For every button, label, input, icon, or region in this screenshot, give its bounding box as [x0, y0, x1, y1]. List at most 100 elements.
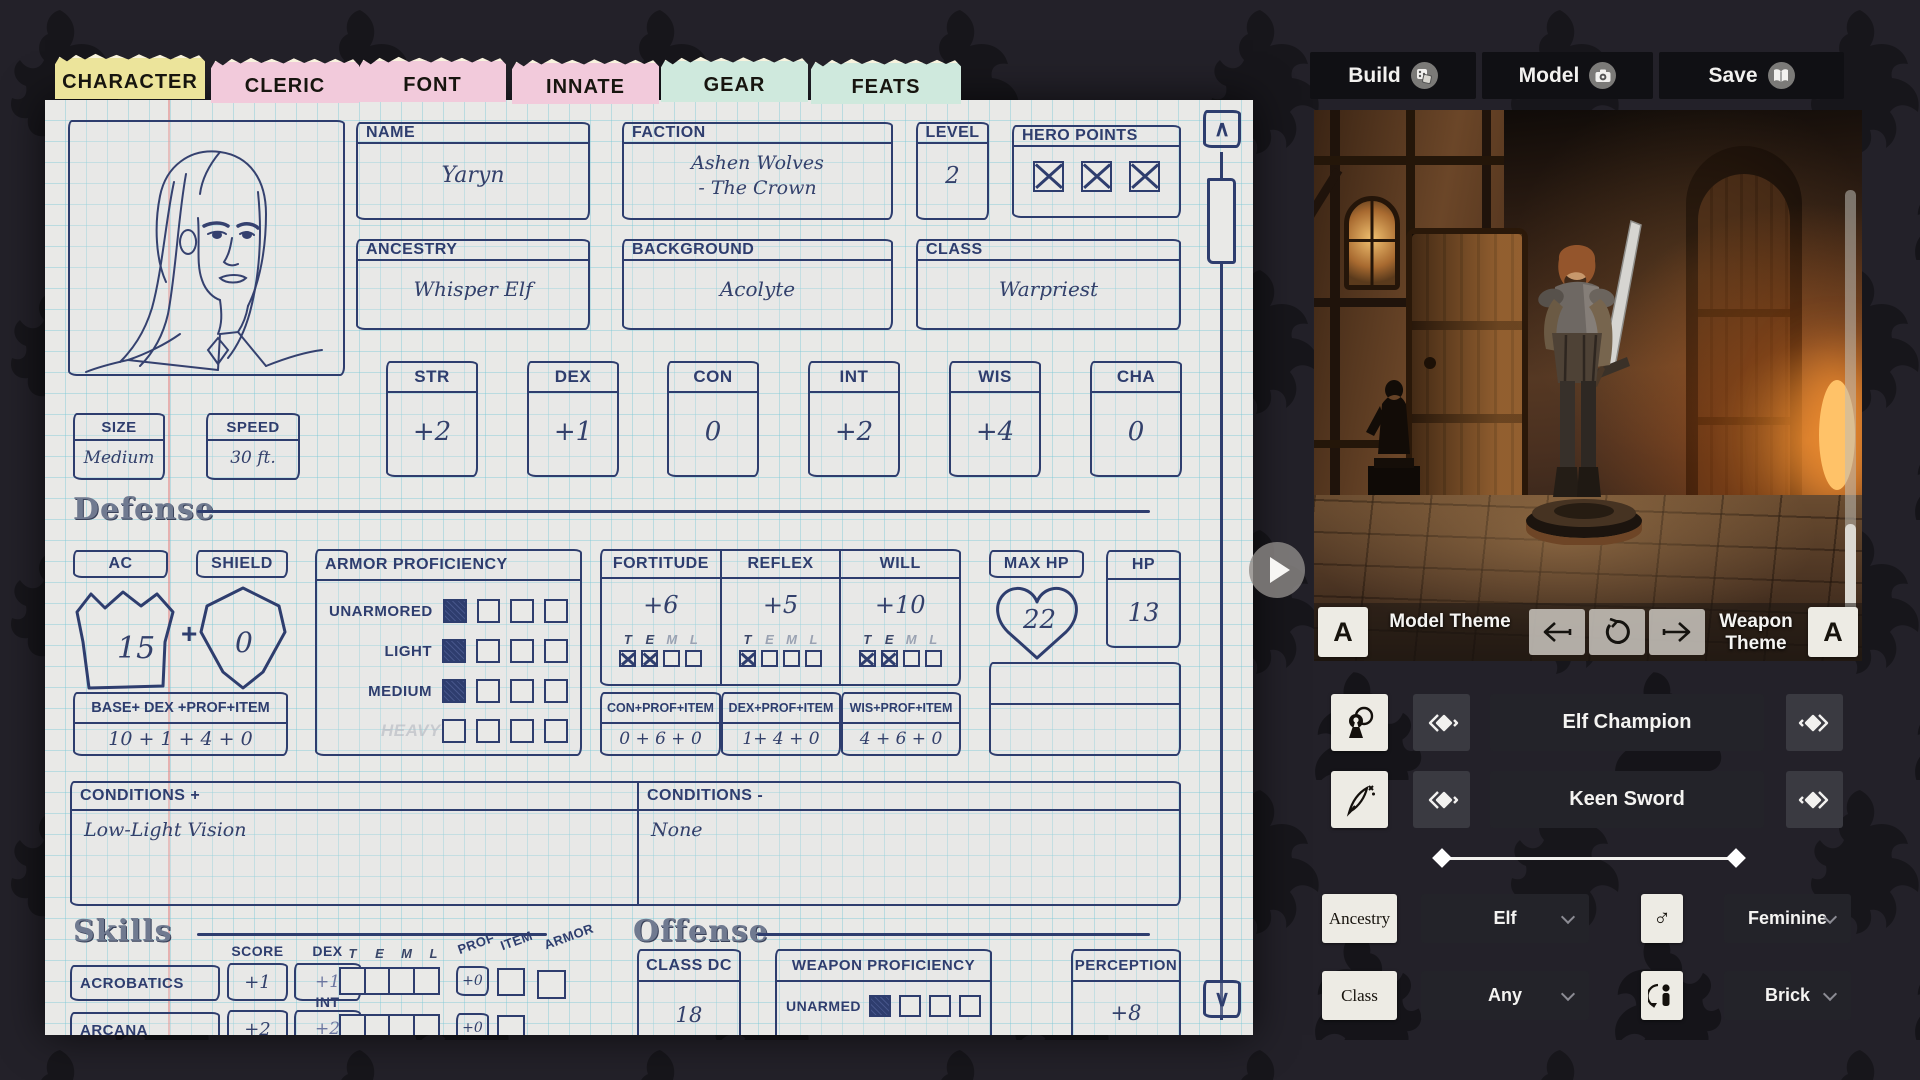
build-button[interactable]: Build [1310, 52, 1476, 99]
acrobatics-master[interactable] [388, 967, 415, 995]
notes-box[interactable] [989, 662, 1181, 756]
tab-gear[interactable]: Gear [661, 55, 808, 102]
unarmored-rank-2[interactable] [477, 599, 501, 623]
portrait-frame[interactable] [68, 120, 345, 376]
skill-acrobatics-name[interactable]: ACROBATICS [70, 965, 220, 1001]
skill-acrobatics-armor[interactable] [537, 970, 566, 999]
light-rank-3[interactable] [510, 639, 534, 663]
heavy-rank-4[interactable] [544, 719, 568, 743]
tab-character[interactable]: Character [55, 52, 205, 99]
light-rank-1[interactable] [442, 639, 466, 663]
fortitude-master[interactable] [663, 650, 680, 667]
model-button[interactable]: Model [1482, 52, 1653, 99]
medium-rank-3[interactable] [510, 679, 534, 703]
class-dropdown[interactable]: Any [1421, 971, 1589, 1020]
tab-font[interactable]: Font [359, 55, 506, 102]
ability-cha[interactable]: CHA 0 [1090, 361, 1182, 477]
model-next-button[interactable] [1649, 609, 1705, 655]
class-filter-button[interactable]: Class [1322, 971, 1397, 1020]
arcana-trained[interactable] [339, 1014, 366, 1035]
character-lock-button[interactable] [1331, 694, 1388, 751]
ability-wis[interactable]: WIS +4 [949, 361, 1041, 477]
sheet-scroll-track[interactable] [1220, 152, 1223, 1020]
name-value[interactable]: Yaryn [358, 144, 588, 207]
body-style-dropdown[interactable]: Feminine [1724, 894, 1851, 943]
fortitude-trained[interactable] [619, 650, 636, 667]
acrobatics-trained[interactable] [339, 967, 366, 995]
scene-character-miniature[interactable] [1499, 205, 1669, 545]
sheet-scroll-down-button[interactable]: ∨ [1203, 980, 1241, 1018]
unarmed-rank-2[interactable] [899, 995, 921, 1017]
ability-dex[interactable]: DEX +1 [527, 361, 619, 477]
model-prev-button[interactable] [1529, 609, 1585, 655]
hp-box[interactable]: HP 13 [1106, 550, 1181, 648]
will-master[interactable] [903, 650, 920, 667]
variant-slider-track[interactable] [1442, 857, 1736, 860]
level-value[interactable]: 2 [918, 144, 987, 207]
reflex-trained[interactable] [739, 650, 756, 667]
reflex-expert[interactable] [761, 650, 778, 667]
sheet-scroll-up-button[interactable]: ∧ [1203, 110, 1241, 148]
texture-theme-dropdown[interactable]: Brick [1724, 971, 1851, 1020]
tab-cleric[interactable]: Cleric [211, 56, 359, 103]
background-value[interactable]: Acolyte [624, 261, 891, 317]
medium-rank-4[interactable] [544, 679, 568, 703]
rotate-person-button[interactable] [1641, 971, 1683, 1020]
unarmed-rank-4[interactable] [959, 995, 981, 1017]
light-rank-4[interactable] [544, 639, 568, 663]
tab-innate[interactable]: Innate [512, 57, 659, 104]
weapon-theme-auto-button[interactable]: A [1808, 607, 1858, 657]
model-option-next-button[interactable] [1786, 694, 1843, 751]
will-legendary[interactable] [925, 650, 942, 667]
play-button[interactable] [1249, 542, 1305, 598]
class-value[interactable]: Warpriest [918, 261, 1179, 317]
sheet-scroll-thumb[interactable] [1207, 178, 1236, 264]
acrobatics-expert[interactable] [364, 967, 391, 995]
acrobatics-legendary[interactable] [413, 967, 440, 995]
arcana-master[interactable] [388, 1014, 415, 1035]
will-trained[interactable] [859, 650, 876, 667]
arcana-expert[interactable] [364, 1014, 391, 1035]
ability-str[interactable]: STR +2 [386, 361, 478, 477]
heavy-rank-2[interactable] [476, 719, 500, 743]
arcana-legendary[interactable] [413, 1014, 440, 1035]
skill-arcana-item[interactable] [497, 1015, 525, 1035]
unarmored-rank-4[interactable] [544, 599, 568, 623]
weapon-option-field[interactable]: Keen Sword [1490, 771, 1764, 828]
light-rank-2[interactable] [476, 639, 500, 663]
heavy-rank-3[interactable] [510, 719, 534, 743]
conditions-minus-value[interactable]: None [639, 811, 1179, 849]
ability-con[interactable]: CON 0 [667, 361, 759, 477]
medium-rank-1[interactable] [442, 679, 466, 703]
model-option-field[interactable]: Elf Champion [1490, 694, 1764, 751]
skill-arcana-name[interactable]: ARCANA [70, 1012, 220, 1035]
hero-point-3[interactable] [1129, 161, 1160, 192]
weapon-lock-button[interactable] [1331, 771, 1388, 828]
reflex-master[interactable] [783, 650, 800, 667]
unarmored-rank-1[interactable] [443, 599, 467, 623]
save-button[interactable]: Save [1659, 52, 1844, 99]
ancestry-dropdown[interactable]: Elf [1421, 894, 1589, 943]
reflex-legendary[interactable] [805, 650, 822, 667]
model-theme-auto-button[interactable]: A [1318, 607, 1368, 657]
skill-acrobatics-item[interactable] [497, 968, 525, 996]
hero-point-2[interactable] [1081, 161, 1112, 192]
fortitude-legendary[interactable] [685, 650, 702, 667]
unarmored-rank-3[interactable] [510, 599, 534, 623]
weapon-option-next-button[interactable] [1786, 771, 1843, 828]
will-expert[interactable] [881, 650, 898, 667]
ancestry-value[interactable]: Whisper Elf [358, 261, 588, 317]
gender-toggle-button[interactable]: ♂ [1641, 894, 1683, 943]
heavy-rank-1[interactable] [442, 719, 466, 743]
weapon-option-prev-button[interactable] [1413, 771, 1470, 828]
ability-int[interactable]: INT +2 [808, 361, 900, 477]
fortitude-expert[interactable] [641, 650, 658, 667]
hero-point-1[interactable] [1033, 161, 1064, 192]
model-viewer[interactable]: A Model Theme Weapon Theme A [1314, 110, 1862, 661]
model-rotate-button[interactable] [1589, 609, 1645, 655]
faction-value[interactable]: Ashen Wolves- The Crown [624, 144, 891, 207]
model-option-prev-button[interactable] [1413, 694, 1470, 751]
unarmed-rank-3[interactable] [929, 995, 951, 1017]
conditions-plus-value[interactable]: Low-Light Vision [72, 811, 637, 849]
unarmed-rank-1[interactable] [869, 995, 891, 1017]
